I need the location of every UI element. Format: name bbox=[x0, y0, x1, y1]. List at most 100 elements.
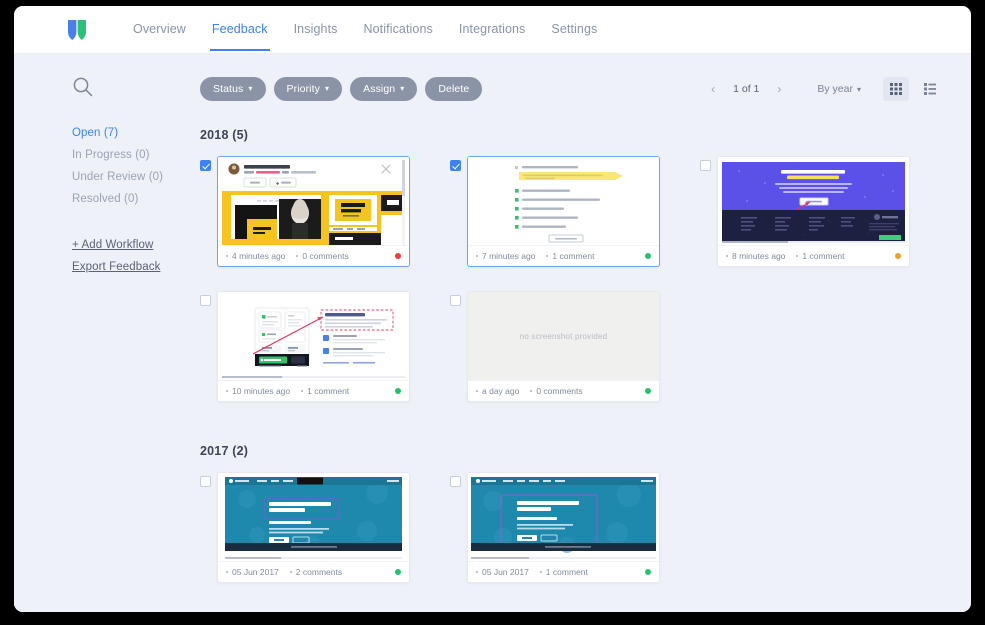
chevron-left-icon[interactable]: ‹ bbox=[703, 79, 723, 99]
list-view-icon[interactable] bbox=[917, 77, 943, 101]
card-time: 05 Jun 2017 bbox=[482, 567, 529, 577]
card-thumbnail bbox=[468, 157, 659, 245]
assign-filter-button[interactable]: Assign ▾ bbox=[350, 77, 417, 101]
nav-item-notifications[interactable]: Notifications bbox=[351, 8, 446, 51]
card-footer: 05 Jun 2017 1 comment bbox=[468, 561, 659, 582]
status-badge bbox=[645, 388, 651, 394]
card-thumbnail bbox=[718, 157, 909, 245]
card-slot: 7 minutes ago 1 comment bbox=[450, 156, 660, 267]
sort-by-dropdown[interactable]: By year ▾ bbox=[817, 83, 861, 95]
sidebar-item-in-progress[interactable]: In Progress (0) bbox=[72, 144, 200, 166]
card-slot: 05 Jun 2017 2 comments bbox=[200, 472, 410, 583]
app-window: Overview Feedback Insights Notifications… bbox=[14, 6, 971, 612]
delete-button[interactable]: Delete bbox=[425, 77, 482, 101]
feedback-card[interactable]: no screenshot provided a day ago 0 comme… bbox=[467, 291, 660, 402]
year-title: 2018 (5) bbox=[200, 128, 943, 142]
card-comments: 0 comments bbox=[302, 251, 348, 261]
top-navigation: Overview Feedback Insights Notifications… bbox=[14, 6, 971, 54]
toolbar: Status ▾ Priority ▾ Assign ▾ Delete bbox=[200, 72, 943, 106]
chevron-right-icon[interactable]: › bbox=[769, 79, 789, 99]
card-footer: a day ago 0 comments bbox=[468, 380, 659, 401]
card-checkbox[interactable] bbox=[200, 160, 211, 171]
card-slot: 4 minutes ago 0 comments bbox=[200, 156, 410, 267]
year-group-2018: 2018 (5) bbox=[200, 128, 943, 426]
card-slot: 05 Jun 2017 1 comment bbox=[450, 472, 660, 583]
card-time: a day ago bbox=[482, 386, 519, 396]
bullet-icon bbox=[226, 571, 228, 573]
no-screenshot-placeholder: no screenshot provided bbox=[468, 292, 659, 380]
nav-item-feedback[interactable]: Feedback bbox=[199, 8, 281, 51]
sidebar-item-open[interactable]: Open (7) bbox=[72, 122, 200, 144]
main-content: Status ▾ Priority ▾ Assign ▾ Delete bbox=[200, 54, 971, 612]
pagination: ‹ 1 of 1 › bbox=[703, 79, 789, 99]
priority-filter-button[interactable]: Priority ▾ bbox=[274, 77, 343, 101]
card-checkbox[interactable] bbox=[200, 295, 211, 306]
feedback-card[interactable]: 7 minutes ago 1 comment bbox=[467, 156, 660, 267]
status-badge bbox=[395, 253, 401, 259]
filter-buttons: Status ▾ Priority ▾ Assign ▾ Delete bbox=[200, 77, 482, 101]
card-slot: 8 minutes ago 1 comment bbox=[700, 156, 910, 267]
card-comments: 1 comment bbox=[802, 251, 844, 261]
add-workflow-link[interactable]: + Add Workflow bbox=[72, 234, 200, 256]
nav-item-integrations[interactable]: Integrations bbox=[446, 8, 539, 51]
bullet-icon bbox=[290, 571, 292, 573]
nav-item-insights[interactable]: Insights bbox=[281, 8, 351, 51]
bullet-icon bbox=[301, 390, 303, 392]
card-slot: 10 minutes ago 1 comment bbox=[200, 291, 410, 402]
shield-logo[interactable] bbox=[68, 19, 86, 41]
export-feedback-link[interactable]: Export Feedback bbox=[72, 256, 200, 278]
app-body: Open (7) In Progress (0) Under Review (0… bbox=[14, 54, 971, 612]
card-footer: 4 minutes ago 0 comments bbox=[218, 245, 409, 266]
card-time: 4 minutes ago bbox=[232, 251, 285, 261]
card-comments: 1 comment bbox=[307, 386, 349, 396]
status-badge bbox=[395, 388, 401, 394]
card-thumbnail bbox=[218, 473, 409, 561]
card-checkbox[interactable] bbox=[450, 160, 461, 171]
assign-filter-label: Assign bbox=[363, 83, 395, 95]
sidebar-item-resolved[interactable]: Resolved (0) bbox=[72, 188, 200, 210]
sidebar-item-under-review[interactable]: Under Review (0) bbox=[72, 166, 200, 188]
status-badge bbox=[645, 569, 651, 575]
page-indicator: 1 of 1 bbox=[727, 83, 765, 95]
bullet-icon bbox=[726, 255, 728, 257]
card-thumbnail bbox=[218, 157, 409, 245]
card-comments: 2 comments bbox=[296, 567, 342, 577]
bullet-icon bbox=[796, 255, 798, 257]
nav-item-overview[interactable]: Overview bbox=[120, 8, 199, 51]
card-footer: 8 minutes ago 1 comment bbox=[718, 245, 909, 266]
feedback-card[interactable]: 4 minutes ago 0 comments bbox=[217, 156, 410, 267]
card-footer: 7 minutes ago 1 comment bbox=[468, 245, 659, 266]
sort-by-label: By year bbox=[817, 83, 853, 95]
search-icon[interactable] bbox=[72, 76, 94, 98]
card-footer: 05 Jun 2017 2 comments bbox=[218, 561, 409, 582]
nav-item-settings[interactable]: Settings bbox=[538, 8, 610, 51]
card-checkbox[interactable] bbox=[200, 476, 211, 487]
year-title: 2017 (2) bbox=[200, 444, 943, 458]
bullet-icon bbox=[546, 255, 548, 257]
bullet-icon bbox=[476, 255, 478, 257]
card-checkbox[interactable] bbox=[700, 160, 711, 171]
card-checkbox[interactable] bbox=[450, 476, 461, 487]
feedback-card[interactable]: 8 minutes ago 1 comment bbox=[717, 156, 910, 267]
year-group-2017: 2017 (2) bbox=[200, 444, 943, 607]
feedback-card[interactable]: 10 minutes ago 1 comment bbox=[217, 291, 410, 402]
status-filter-label: Status bbox=[213, 83, 243, 95]
status-filter-button[interactable]: Status ▾ bbox=[200, 77, 266, 101]
card-time: 8 minutes ago bbox=[732, 251, 785, 261]
card-grid: 05 Jun 2017 2 comments bbox=[200, 472, 943, 607]
feedback-card[interactable]: 05 Jun 2017 2 comments bbox=[217, 472, 410, 583]
chevron-down-icon: ▾ bbox=[248, 85, 252, 93]
card-footer: 10 minutes ago 1 comment bbox=[218, 380, 409, 401]
card-checkbox[interactable] bbox=[450, 295, 461, 306]
grid-view-icon[interactable] bbox=[883, 77, 909, 101]
status-badge bbox=[395, 569, 401, 575]
chevron-down-icon: ▾ bbox=[857, 85, 861, 94]
bullet-icon bbox=[226, 390, 228, 392]
status-badge bbox=[645, 253, 651, 259]
feedback-card[interactable]: 05 Jun 2017 1 comment bbox=[467, 472, 660, 583]
card-comments: 1 comment bbox=[552, 251, 594, 261]
card-comments: 1 comment bbox=[546, 567, 588, 577]
toolbar-right: ‹ 1 of 1 › By year ▾ bbox=[703, 77, 943, 101]
status-badge bbox=[895, 253, 901, 259]
card-comments: 0 comments bbox=[536, 386, 582, 396]
